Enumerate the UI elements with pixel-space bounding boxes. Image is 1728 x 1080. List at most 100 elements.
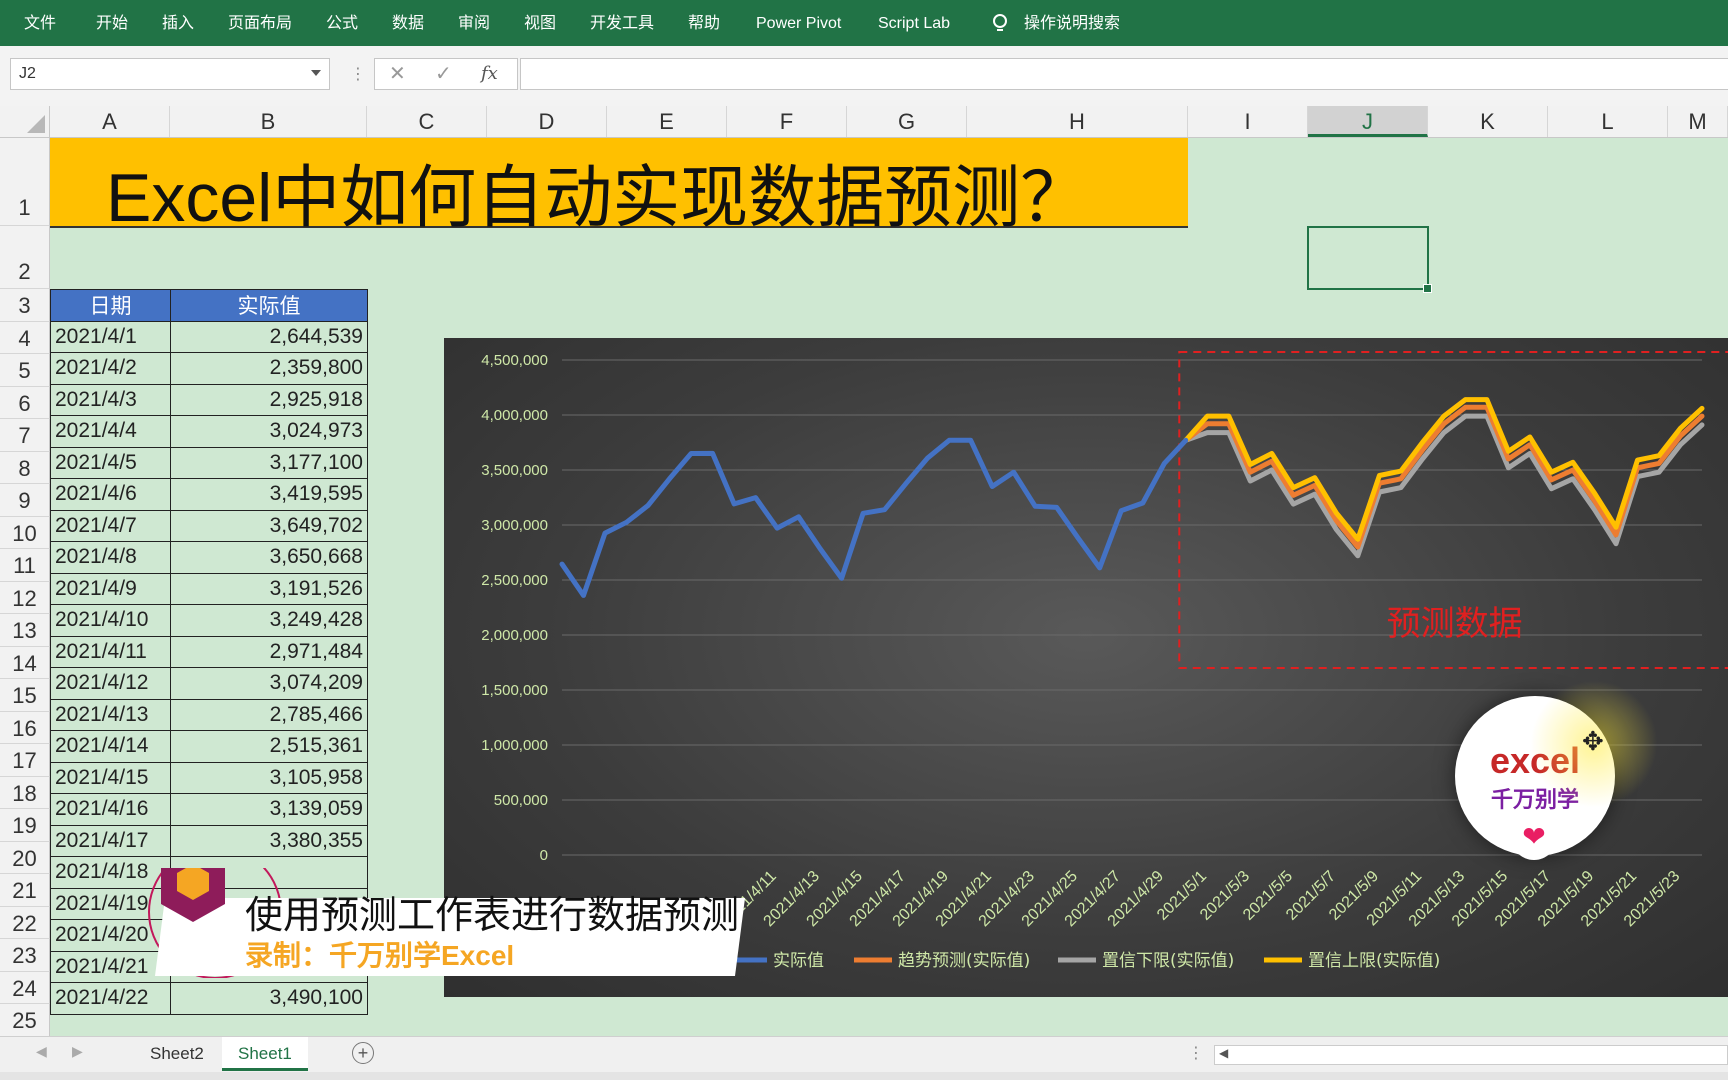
value-cell[interactable]: 2,644,539 (170, 320, 368, 353)
value-cell[interactable]: 3,419,595 (170, 478, 368, 511)
row-header-15[interactable]: 15 (0, 679, 50, 712)
row-header-19[interactable]: 19 (0, 809, 50, 842)
row-header-11[interactable]: 11 (0, 549, 50, 582)
date-cell[interactable]: 2021/4/8 (50, 541, 171, 574)
date-cell[interactable]: 2021/4/9 (50, 572, 171, 605)
row-header-16[interactable]: 16 (0, 711, 50, 744)
value-cell[interactable]: 3,380,355 (170, 824, 368, 857)
column-header-i[interactable]: I (1188, 106, 1308, 137)
formula-input[interactable] (520, 58, 1728, 90)
tell-me-search[interactable]: 操作说明搜索 (1024, 0, 1120, 46)
value-cell[interactable]: 3,024,973 (170, 415, 368, 448)
tab-help[interactable]: 帮助 (688, 0, 720, 46)
row-header-23[interactable]: 23 (0, 939, 50, 972)
enter-check-icon[interactable]: ✓ (435, 59, 452, 89)
value-cell[interactable]: 3,074,209 (170, 667, 368, 700)
date-cell[interactable]: 2021/4/7 (50, 509, 171, 542)
row-header-8[interactable]: 8 (0, 451, 50, 484)
column-header-g[interactable]: G (847, 106, 967, 137)
tab-script-lab[interactable]: Script Lab (878, 0, 950, 46)
value-cell[interactable]: 3,139,059 (170, 793, 368, 826)
value-cell[interactable]: 2,785,466 (170, 698, 368, 731)
value-cell[interactable]: 3,105,958 (170, 761, 368, 794)
sheet-tab-sheet2[interactable]: Sheet2 (134, 1037, 220, 1071)
value-cell[interactable]: 3,249,428 (170, 604, 368, 637)
date-cell[interactable]: 2021/4/12 (50, 667, 171, 700)
value-cell[interactable]: 2,971,484 (170, 635, 368, 668)
column-header-f[interactable]: F (727, 106, 847, 137)
tab-home[interactable]: 开始 (96, 0, 128, 46)
column-header-j[interactable]: J (1308, 106, 1428, 137)
sheet-tab-sheet1[interactable]: Sheet1 (222, 1037, 308, 1071)
row-header-17[interactable]: 17 (0, 744, 50, 777)
value-cell[interactable]: 3,490,100 (170, 982, 368, 1015)
column-header-l[interactable]: L (1548, 106, 1668, 137)
tab-insert[interactable]: 插入 (162, 0, 194, 46)
date-cell[interactable]: 2021/4/13 (50, 698, 171, 731)
row-header-14[interactable]: 14 (0, 646, 50, 679)
select-all-button[interactable] (0, 106, 50, 138)
row-header-12[interactable]: 12 (0, 581, 50, 614)
horizontal-scrollbar[interactable]: ◀ (1214, 1045, 1728, 1065)
value-cell[interactable]: 2,515,361 (170, 730, 368, 763)
row-header-22[interactable]: 22 (0, 906, 50, 939)
tab-developer[interactable]: 开发工具 (590, 0, 654, 46)
row-header-1[interactable]: 1 (0, 138, 50, 226)
row-header-20[interactable]: 20 (0, 841, 50, 874)
row-header-13[interactable]: 13 (0, 614, 50, 647)
column-header-m[interactable]: M (1668, 106, 1728, 137)
row-header-21[interactable]: 21 (0, 874, 50, 907)
date-cell[interactable]: 2021/4/10 (50, 604, 171, 637)
add-sheet-icon[interactable]: + (352, 1042, 374, 1064)
value-cell[interactable]: 2,359,800 (170, 352, 368, 385)
tab-power-pivot[interactable]: Power Pivot (756, 0, 841, 46)
selected-cell-j2[interactable] (1307, 226, 1432, 293)
scroll-left-icon[interactable]: ◀ (36, 1043, 47, 1060)
row-header-24[interactable]: 24 (0, 971, 50, 1004)
row-header-18[interactable]: 18 (0, 776, 50, 809)
row-header-10[interactable]: 10 (0, 516, 50, 549)
value-cell[interactable]: 3,177,100 (170, 446, 368, 479)
chevron-down-icon[interactable] (311, 70, 321, 76)
tab-file[interactable]: 文件 (24, 0, 56, 46)
tab-splitter-icon[interactable]: ⋮ (1188, 1043, 1204, 1063)
row-header-4[interactable]: 4 (0, 321, 50, 354)
column-header-d[interactable]: D (487, 106, 607, 137)
tab-review[interactable]: 审阅 (458, 0, 490, 46)
date-cell[interactable]: 2021/4/16 (50, 793, 171, 826)
value-cell[interactable]: 3,650,668 (170, 541, 368, 574)
title-banner[interactable]: Excel中如何自动实现数据预测？ (50, 138, 1188, 236)
date-cell[interactable]: 2021/4/4 (50, 415, 171, 448)
more-options-icon[interactable]: ⋮ (350, 64, 366, 84)
date-cell[interactable]: 2021/4/17 (50, 824, 171, 857)
row-header-7[interactable]: 7 (0, 419, 50, 452)
column-header-b[interactable]: B (170, 106, 367, 137)
tab-page-layout[interactable]: 页面布局 (228, 0, 292, 46)
value-cell[interactable]: 3,649,702 (170, 509, 368, 542)
scroll-left-arrow-icon[interactable]: ◀ (1219, 1046, 1228, 1060)
scroll-right-icon[interactable]: ▶ (72, 1043, 83, 1060)
cancel-icon[interactable]: ✕ (389, 59, 406, 89)
column-header-h[interactable]: H (967, 106, 1188, 137)
value-cell[interactable]: 3,191,526 (170, 572, 368, 605)
date-cell[interactable]: 2021/4/1 (50, 320, 171, 353)
row-header-9[interactable]: 9 (0, 484, 50, 517)
date-cell[interactable]: 2021/4/5 (50, 446, 171, 479)
header-date[interactable]: 日期 (50, 289, 171, 322)
date-cell[interactable]: 2021/4/22 (50, 982, 171, 1015)
row-header-6[interactable]: 6 (0, 386, 50, 419)
date-cell[interactable]: 2021/4/11 (50, 635, 171, 668)
date-cell[interactable]: 2021/4/3 (50, 383, 171, 416)
value-cell[interactable]: 2,925,918 (170, 383, 368, 416)
column-header-c[interactable]: C (367, 106, 487, 137)
row-header-2[interactable]: 2 (0, 226, 50, 289)
name-box[interactable]: J2 (10, 58, 330, 90)
date-cell[interactable]: 2021/4/14 (50, 730, 171, 763)
header-actual[interactable]: 实际值 (170, 289, 368, 322)
date-cell[interactable]: 2021/4/6 (50, 478, 171, 511)
insert-function-icon[interactable]: fx (481, 59, 498, 89)
date-cell[interactable]: 2021/4/15 (50, 761, 171, 794)
column-header-k[interactable]: K (1428, 106, 1548, 137)
row-header-3[interactable]: 3 (0, 289, 50, 322)
column-header-a[interactable]: A (50, 106, 170, 137)
